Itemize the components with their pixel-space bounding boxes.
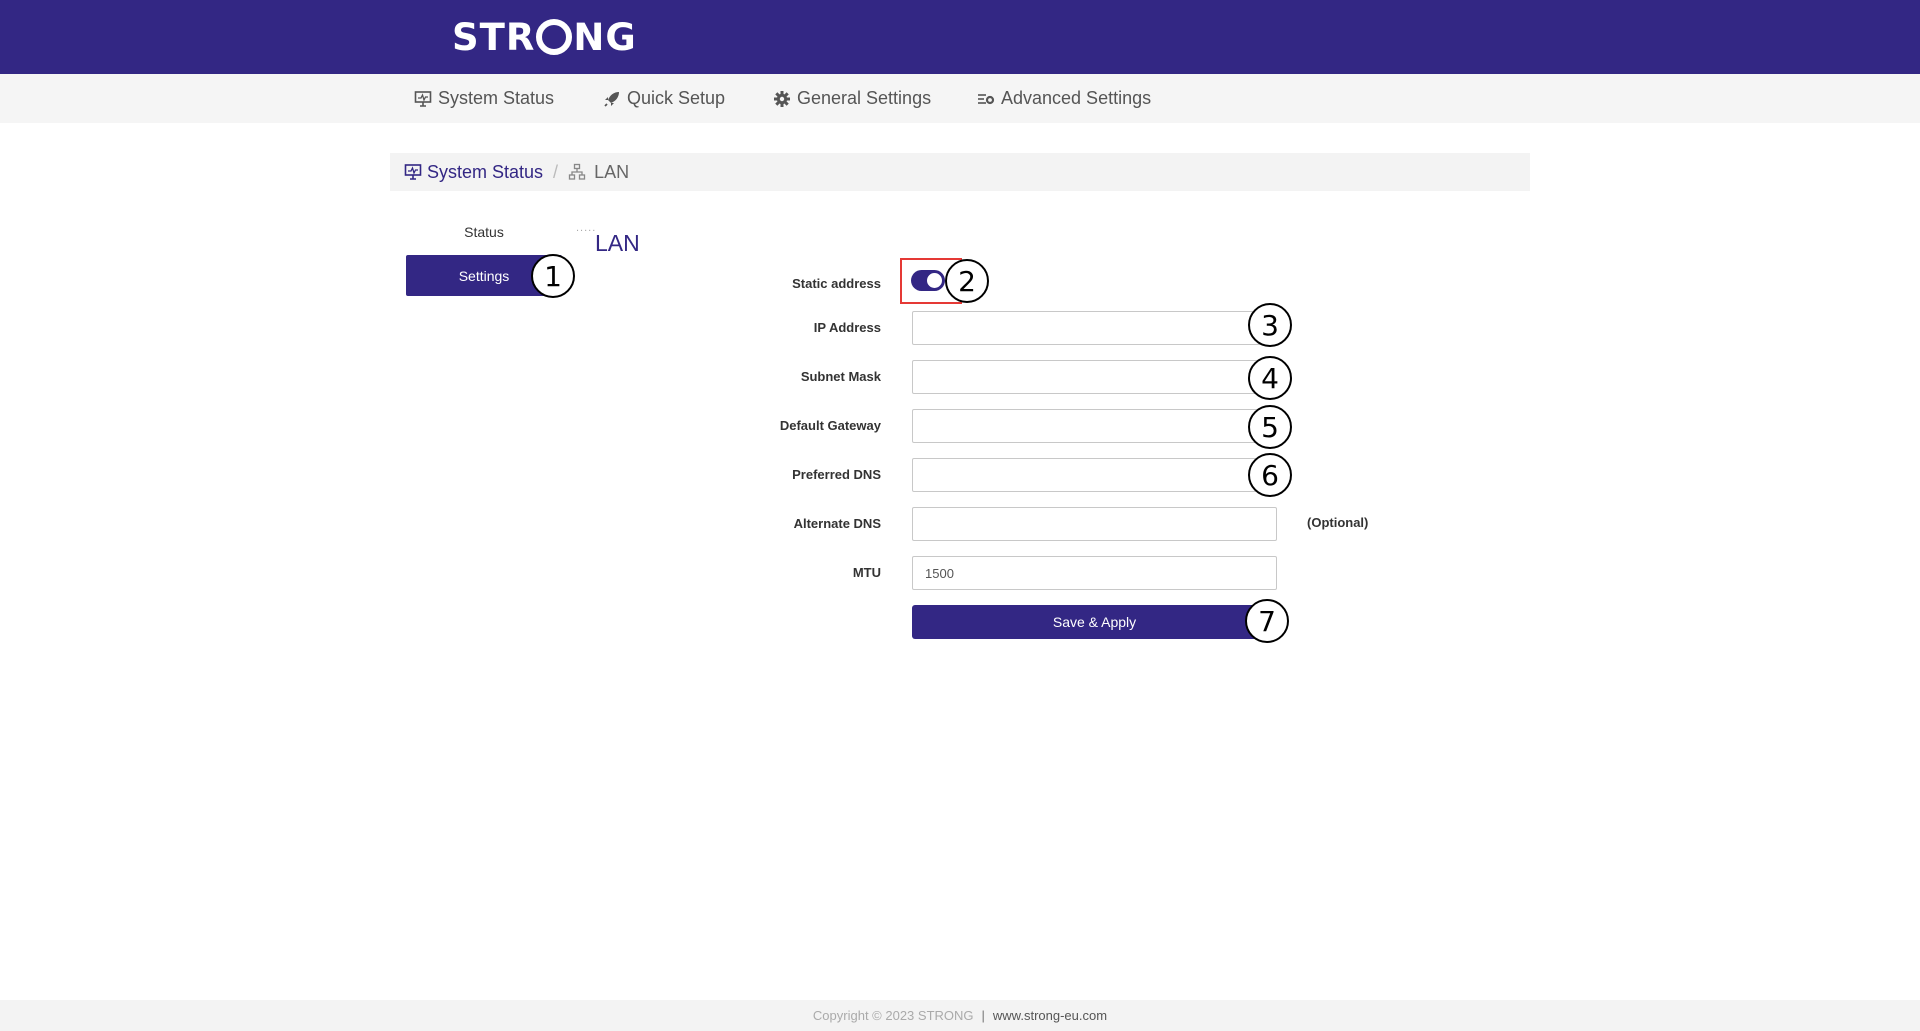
optional-note: (Optional) xyxy=(1307,515,1369,530)
default-gateway-label: Default Gateway xyxy=(779,418,881,433)
toggle-knob xyxy=(927,273,942,288)
section-title: LAN xyxy=(595,230,640,256)
nav-system-status[interactable]: System Status xyxy=(414,74,554,123)
copyright-text: Copyright © 2023 STRONG xyxy=(812,1008,974,1023)
nav-quick-setup-label: Quick Setup xyxy=(627,88,726,108)
preferred-dns-input[interactable] xyxy=(912,458,1277,492)
gear-icon xyxy=(774,90,790,107)
callout-1: 1 xyxy=(531,254,575,298)
nav-advanced-settings-label: Advanced Settings xyxy=(1001,88,1152,108)
callout-3: 3 xyxy=(1248,303,1292,347)
static-address-toggle[interactable] xyxy=(911,270,945,291)
subnet-mask-input[interactable] xyxy=(912,360,1277,394)
footer: Copyright © 2023 STRONG | www.strong-eu.… xyxy=(0,1000,1920,1031)
subnet-mask-label: Subnet Mask xyxy=(800,369,881,384)
breadcrumb-parent-label: System Status xyxy=(427,161,544,182)
sidebar-item-status[interactable]: Status xyxy=(406,220,562,244)
strong-logo[interactable]: STR NG xyxy=(452,14,637,60)
breadcrumb-system-status[interactable]: System Status xyxy=(404,162,543,183)
callout-7: 7 xyxy=(1245,599,1289,643)
breadcrumb-current-label: LAN xyxy=(594,161,630,182)
monitor-icon xyxy=(404,164,422,180)
callout-5: 5 xyxy=(1248,405,1292,449)
breadcrumb-current: LAN xyxy=(568,162,629,183)
footer-separator: | xyxy=(981,1008,985,1023)
mtu-label: MTU xyxy=(852,565,881,580)
top-header: STR NG xyxy=(0,0,1920,74)
logo-text-start: STR xyxy=(452,15,536,59)
save-apply-button[interactable]: Save & Apply xyxy=(912,605,1277,639)
callout-2: 2 xyxy=(945,259,989,303)
breadcrumb: System Status / LAN xyxy=(390,153,1530,191)
callout-6: 6 xyxy=(1248,453,1292,497)
alternate-dns-label: Alternate DNS xyxy=(793,516,881,531)
callout-4: 4 xyxy=(1248,356,1292,400)
breadcrumb-separator: / xyxy=(553,161,559,182)
network-icon xyxy=(568,163,586,180)
sliders-gear-icon xyxy=(978,93,995,104)
sidebar-item-settings-label: Settings xyxy=(458,267,510,284)
section-dots: ..... xyxy=(576,222,597,234)
nav-general-settings-label: General Settings xyxy=(797,88,932,108)
alternate-dns-input[interactable] xyxy=(912,507,1277,541)
sidebar-item-status-label: Status xyxy=(464,224,504,240)
logo-o-ring xyxy=(536,19,573,55)
mtu-input[interactable] xyxy=(912,556,1277,590)
nav-general-settings[interactable]: General Settings xyxy=(773,74,931,123)
nav-quick-setup[interactable]: Quick Setup xyxy=(603,74,725,123)
ip-address-label: IP Address xyxy=(813,320,881,335)
main-nav: System Status Quick Setup General Settin… xyxy=(0,74,1920,123)
default-gateway-input[interactable] xyxy=(912,409,1277,443)
ip-address-input[interactable] xyxy=(912,311,1277,345)
monitor-icon xyxy=(414,90,432,107)
nav-advanced-settings[interactable]: Advanced Settings xyxy=(977,74,1151,123)
static-address-label: Static address xyxy=(792,276,881,291)
footer-website-link[interactable]: www.strong-eu.com xyxy=(993,1008,1107,1023)
logo-text-end: NG xyxy=(573,15,637,59)
preferred-dns-label: Preferred DNS xyxy=(792,467,881,482)
nav-system-status-label: System Status xyxy=(438,88,555,108)
rocket-icon xyxy=(604,91,619,107)
